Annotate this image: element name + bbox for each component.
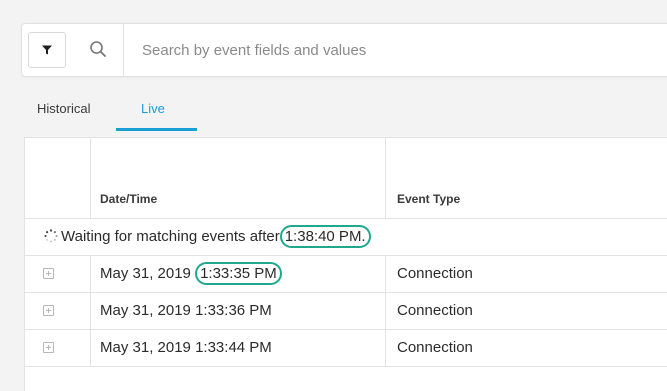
expand-plus-icon[interactable] bbox=[43, 305, 54, 316]
filter-icon bbox=[42, 45, 52, 55]
search-input[interactable] bbox=[140, 37, 664, 63]
column-divider bbox=[385, 138, 386, 218]
cell-time: 1:33:36 PM bbox=[195, 302, 272, 319]
column-divider bbox=[90, 138, 91, 218]
cell-date-time: May 31, 2019 1:33:35 PM bbox=[100, 262, 282, 285]
waiting-status-row: Waiting for matching events after 1:38:40… bbox=[25, 219, 667, 256]
tab-live[interactable]: Live bbox=[141, 101, 165, 116]
column-divider bbox=[90, 256, 91, 367]
cell-date-time: May 31, 2019 1:33:44 PM bbox=[100, 339, 272, 356]
column-header-date-time[interactable]: Date/Time bbox=[100, 192, 157, 206]
cell-time: 1:33:35 PM bbox=[195, 262, 282, 285]
column-divider bbox=[385, 256, 386, 367]
cell-date: May 31, 2019 bbox=[100, 339, 191, 356]
table-row[interactable]: May 31, 2019 1:33:44 PM Connection bbox=[25, 330, 667, 367]
cell-date: May 31, 2019 bbox=[100, 302, 191, 319]
expand-plus-icon[interactable] bbox=[43, 268, 54, 279]
waiting-status-text: Waiting for matching events after bbox=[61, 228, 280, 245]
search-icon bbox=[90, 41, 106, 57]
cell-date: May 31, 2019 bbox=[100, 265, 191, 282]
search-bar bbox=[21, 23, 667, 77]
table-header: Date/Time Event Type bbox=[25, 138, 667, 219]
cell-event-type: Connection bbox=[397, 339, 473, 356]
cell-time: 1:33:44 PM bbox=[195, 339, 272, 356]
loading-spinner-icon bbox=[44, 229, 58, 243]
cell-event-type: Connection bbox=[397, 265, 473, 282]
active-tab-indicator bbox=[116, 128, 197, 131]
events-table: Date/Time Event Type Waiting for matchin… bbox=[24, 137, 667, 391]
search-divider bbox=[123, 24, 124, 76]
expand-plus-icon[interactable] bbox=[43, 342, 54, 353]
waiting-status: Waiting for matching events after 1:38:40… bbox=[44, 225, 371, 248]
events-page: Historical Live Date/Time Event Type bbox=[0, 0, 667, 391]
cell-event-type: Connection bbox=[397, 302, 473, 319]
tab-historical[interactable]: Historical bbox=[37, 101, 90, 116]
table-row[interactable]: May 31, 2019 1:33:36 PM Connection bbox=[25, 293, 667, 330]
cell-date-time: May 31, 2019 1:33:36 PM bbox=[100, 302, 272, 319]
filter-button[interactable] bbox=[28, 32, 66, 68]
table-row[interactable]: May 31, 2019 1:33:35 PM Connection bbox=[25, 256, 667, 293]
waiting-status-time: 1:38:40 PM. bbox=[279, 225, 371, 248]
column-header-event-type[interactable]: Event Type bbox=[397, 192, 460, 206]
